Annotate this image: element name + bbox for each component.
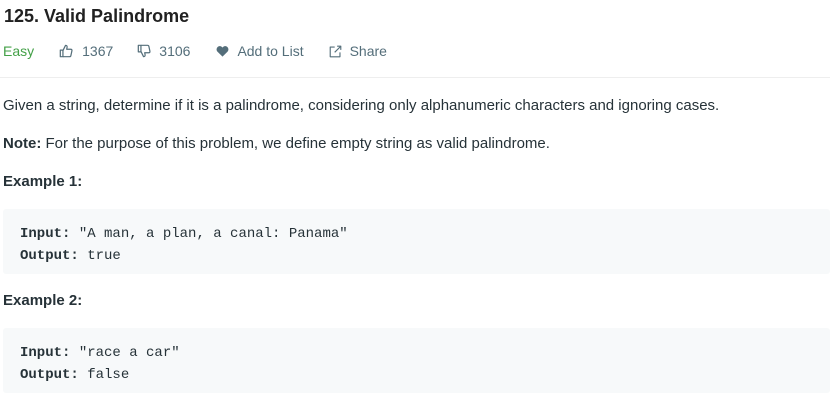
dislike-count: 3106 — [159, 43, 191, 59]
example-1-heading: Example 1: — [3, 173, 83, 190]
output-label: Output: — [20, 367, 79, 383]
like-button[interactable]: 1367 — [59, 43, 113, 59]
example-2-code: Input: "race a car" Output: false — [3, 328, 830, 393]
input-value: "race a car" — [70, 345, 180, 361]
divider — [0, 77, 830, 78]
note-label: Note: — [3, 135, 42, 152]
problem-description: Given a string, determine if it is a pal… — [3, 97, 720, 114]
input-label: Input: — [20, 345, 71, 361]
share-icon — [329, 45, 341, 57]
example-2-input-line: Input: "race a car" — [20, 342, 830, 364]
thumbs-down-icon — [137, 44, 151, 58]
add-to-list-button[interactable]: Add to List — [216, 43, 304, 59]
example-1-output-line: Output: true — [20, 245, 830, 267]
problem-title: 125. Valid Palindrome — [4, 6, 190, 26]
output-value: false — [78, 367, 130, 383]
example-2-output-line: Output: false — [20, 364, 830, 386]
input-label: Input: — [20, 226, 71, 242]
output-label: Output: — [20, 248, 79, 264]
input-value: "A man, a plan, a canal: Panama" — [70, 226, 348, 242]
heart-icon — [217, 46, 229, 57]
add-to-list-label: Add to List — [237, 43, 304, 59]
example-1-code: Input: "A man, a plan, a canal: Panama" … — [3, 209, 830, 274]
example-1-input-line: Input: "A man, a plan, a canal: Panama" — [20, 223, 830, 245]
problem-page: 125. Valid Palindrome Easy 1367 3106 Add… — [0, 0, 839, 405]
thumbs-up-icon — [59, 44, 73, 58]
output-value: true — [78, 248, 121, 264]
like-count: 1367 — [82, 43, 114, 59]
problem-note: Note: For the purpose of this problem, w… — [3, 135, 550, 153]
example-2-heading: Example 2: — [3, 292, 83, 309]
problem-meta-bar: Easy 1367 3106 Add to List Share — [3, 42, 387, 60]
dislike-button[interactable]: 3106 — [137, 43, 190, 59]
difficulty-badge: Easy — [3, 43, 35, 59]
note-text: For the purpose of this problem, we defi… — [41, 135, 550, 152]
share-label: Share — [349, 43, 387, 59]
share-button[interactable]: Share — [329, 43, 387, 59]
